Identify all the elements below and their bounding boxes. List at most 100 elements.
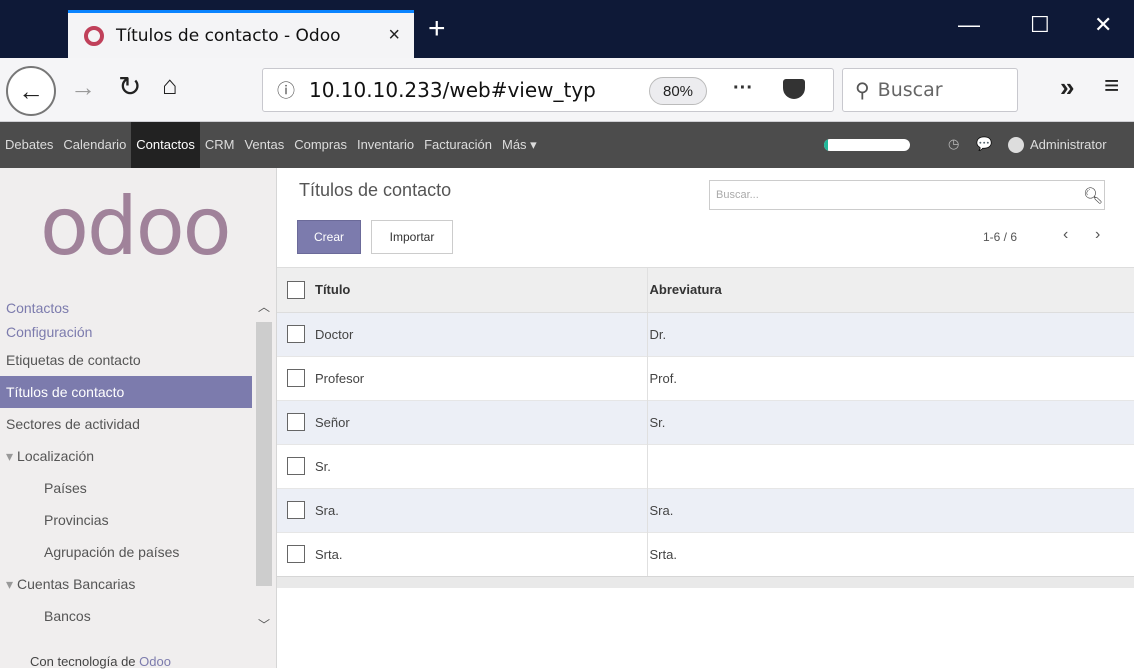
table-row[interactable]: Sr.: [277, 443, 1134, 488]
chat-icon[interactable]: 💬: [976, 136, 992, 152]
table-row[interactable]: Srta. Srta.: [277, 531, 1134, 576]
odoo-logo[interactable]: odoo: [40, 180, 232, 273]
abbreviation-cell[interactable]: Prof.: [646, 355, 1134, 400]
abbreviation-cell[interactable]: Srta.: [646, 531, 1134, 576]
sidebar-section-config[interactable]: Configuración: [0, 320, 252, 344]
sidebar-item-label: Localización: [17, 448, 95, 464]
table-row[interactable]: Señor Sr.: [277, 399, 1134, 444]
site-info-icon[interactable]: ⓘ: [277, 77, 295, 103]
avatar[interactable]: [1008, 137, 1024, 153]
new-tab-button[interactable]: +: [428, 14, 446, 44]
import-button[interactable]: Importar: [371, 220, 453, 254]
browser-search-placeholder: Buscar: [877, 79, 943, 101]
title-cell[interactable]: Señor: [315, 399, 647, 444]
pager-value[interactable]: 1-6 / 6: [983, 230, 1017, 244]
pocket-icon[interactable]: [783, 79, 805, 99]
browser-nav-bar: ← → ↻ ⌂ ⓘ 10.10.10.233/web#view_typ 80% …: [0, 58, 1134, 122]
zoom-badge[interactable]: 80%: [649, 77, 707, 105]
overflow-menu-icon[interactable]: »: [1060, 72, 1074, 103]
sidebar-item[interactable]: Provincias: [0, 504, 252, 536]
sidebar-item[interactable]: Bancos: [0, 600, 252, 632]
row-checkbox[interactable]: [287, 413, 305, 431]
forward-icon[interactable]: →: [70, 72, 96, 103]
row-checkbox[interactable]: [287, 369, 305, 387]
search-input[interactable]: Buscar...: [709, 180, 1105, 210]
sidebar-item-label: Países: [44, 480, 87, 496]
reload-icon[interactable]: ↻: [118, 70, 141, 103]
top-menu-item[interactable]: Compras: [289, 122, 352, 168]
top-menu-item[interactable]: Ventas: [239, 122, 289, 168]
top-menu-item[interactable]: CRM: [200, 122, 240, 168]
page-actions-icon[interactable]: ···: [733, 77, 753, 100]
tab-title: Títulos de contacto - Odoo: [116, 25, 341, 46]
sidebar-item-label: Sectores de actividad: [6, 416, 140, 432]
abbreviation-cell[interactable]: Sr.: [646, 399, 1134, 444]
sidebar-item-label: Provincias: [44, 512, 109, 528]
select-all-cell: [277, 268, 315, 313]
table-row[interactable]: Doctor Dr.: [277, 311, 1134, 356]
table-row[interactable]: Sra. Sra.: [277, 487, 1134, 532]
search-icon[interactable]: 🔍︎: [1083, 186, 1103, 206]
abbreviation-cell[interactable]: Dr.: [646, 311, 1134, 356]
sidebar-item[interactable]: Países: [0, 472, 252, 504]
top-menu-item[interactable]: Debates: [0, 122, 58, 168]
row-select-cell: [277, 531, 315, 576]
sidebar-item[interactable]: Títulos de contacto: [0, 376, 252, 408]
sidebar-item[interactable]: Etiquetas de contacto: [0, 344, 252, 376]
column-header-abbreviation[interactable]: Abreviatura: [646, 268, 1134, 313]
sidebar-item[interactable]: Agrupación de países: [0, 536, 252, 568]
title-cell[interactable]: Sr.: [315, 443, 647, 488]
title-cell[interactable]: Profesor: [315, 355, 647, 400]
top-menu-item[interactable]: Facturación: [419, 122, 497, 168]
sidebar-item-label: Títulos de contacto: [6, 384, 125, 400]
row-checkbox[interactable]: [287, 457, 305, 475]
back-button[interactable]: ←: [6, 66, 56, 116]
tab-close-icon[interactable]: ×: [388, 24, 400, 47]
abbreviation-cell[interactable]: Sra.: [646, 487, 1134, 532]
minimize-icon[interactable]: —: [958, 12, 980, 38]
browser-search-field[interactable]: ⚲ Buscar: [842, 68, 1018, 112]
pager-next-icon[interactable]: ›: [1095, 226, 1100, 244]
row-select-cell: [277, 443, 315, 488]
scroll-up-icon[interactable]: ︿: [258, 298, 270, 315]
pager-previous-icon[interactable]: ‹: [1063, 226, 1068, 244]
powered-brand-link[interactable]: Odoo: [139, 654, 171, 669]
user-menu[interactable]: Administrator: [1030, 137, 1107, 152]
address-bar[interactable]: ⓘ 10.10.10.233/web#view_typ 80% ···: [262, 68, 834, 112]
page-title: Títulos de contacto: [299, 180, 452, 200]
title-cell[interactable]: Sra.: [315, 487, 647, 532]
app-menu: Debates Calendario Contactos CRM Ventas Compr…: [0, 122, 542, 168]
sidebar-item[interactable]: ▾ Localización: [0, 440, 252, 472]
main-content: Títulos de contacto Crear Importar Busca…: [277, 168, 1134, 668]
sidebar-item-label: Cuentas Bancarias: [17, 576, 136, 592]
sidebar-item[interactable]: Sectores de actividad: [0, 408, 252, 440]
home-icon[interactable]: ⌂: [162, 70, 178, 101]
create-button[interactable]: Crear: [297, 220, 361, 254]
column-header-title[interactable]: Título: [315, 268, 647, 313]
abbreviation-cell[interactable]: [646, 443, 1134, 488]
top-menu-item[interactable]: Calendario: [58, 122, 131, 168]
sidebar-item-label: Bancos: [44, 608, 91, 624]
close-window-icon[interactable]: ✕: [1094, 12, 1112, 38]
scroll-down-icon[interactable]: ﹀: [258, 616, 270, 633]
sidebar-section-contacts[interactable]: Contactos: [0, 296, 252, 320]
clock-icon[interactable]: ◷: [948, 136, 959, 152]
row-checkbox[interactable]: [287, 501, 305, 519]
title-cell[interactable]: Doctor: [315, 311, 647, 356]
url-text[interactable]: 10.10.10.233/web#view_typ: [309, 78, 609, 102]
sidebar-scrollbar[interactable]: ︿ ﹀: [254, 296, 274, 636]
scrollbar-thumb[interactable]: [256, 322, 272, 586]
top-menu-item[interactable]: Más ▾: [497, 122, 542, 168]
top-menu-item[interactable]: Inventario: [352, 122, 419, 168]
sidebar-item[interactable]: ▾ Cuentas Bancarias: [0, 568, 252, 600]
hamburger-menu-icon[interactable]: ≡: [1104, 70, 1119, 101]
title-cell[interactable]: Srta.: [315, 531, 647, 576]
row-checkbox[interactable]: [287, 325, 305, 343]
browser-tab[interactable]: Títulos de contacto - Odoo ×: [68, 10, 414, 58]
maximize-icon[interactable]: ☐: [1030, 12, 1050, 38]
odoo-top-menu: Debates Calendario Contactos CRM Ventas Compr…: [0, 122, 1134, 168]
select-all-checkbox[interactable]: [287, 280, 305, 299]
table-row[interactable]: Profesor Prof.: [277, 355, 1134, 400]
row-checkbox[interactable]: [287, 545, 305, 564]
top-menu-item[interactable]: Contactos: [131, 122, 200, 168]
